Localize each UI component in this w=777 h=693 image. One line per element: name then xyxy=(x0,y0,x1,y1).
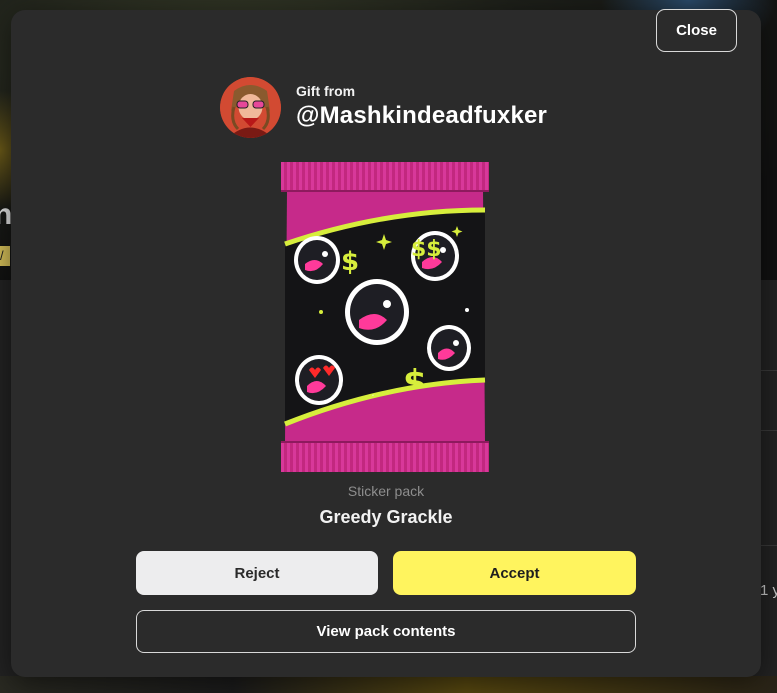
background-divider xyxy=(760,370,777,371)
pack-name: Greedy Grackle xyxy=(319,507,453,527)
background-divider xyxy=(760,545,777,546)
view-pack-contents-button[interactable]: View pack contents xyxy=(136,610,636,653)
gift-sender: Gift from @Mashkindeadfuxker xyxy=(220,76,547,138)
reject-button[interactable]: Reject xyxy=(136,551,378,595)
accept-button[interactable]: Accept xyxy=(393,551,636,595)
sender-text: Gift from @Mashkindeadfuxker xyxy=(296,82,547,132)
svg-text:$$: $$ xyxy=(411,237,442,262)
svg-text:$: $ xyxy=(341,247,359,277)
close-button[interactable]: Close xyxy=(656,9,737,52)
pack-type-label: Sticker pack xyxy=(347,483,425,499)
sticker-pack-icon: $ $$ $ xyxy=(281,162,489,472)
background-chip-fragment: / xyxy=(0,246,10,266)
sender-username[interactable]: @Mashkindeadfuxker xyxy=(296,100,547,132)
gift-modal: Close Gift from @Mashkindeadfuxker $ $$ … xyxy=(11,9,761,677)
sticker-pack-image: $ $$ $ xyxy=(281,162,489,472)
user-avatar-icon xyxy=(220,76,281,138)
gift-from-label: Gift from xyxy=(296,83,356,99)
background-side-text: 1 y xyxy=(760,582,777,599)
background-divider xyxy=(760,430,777,431)
background-bottom-strip xyxy=(0,676,777,693)
avatar[interactable] xyxy=(220,76,281,138)
